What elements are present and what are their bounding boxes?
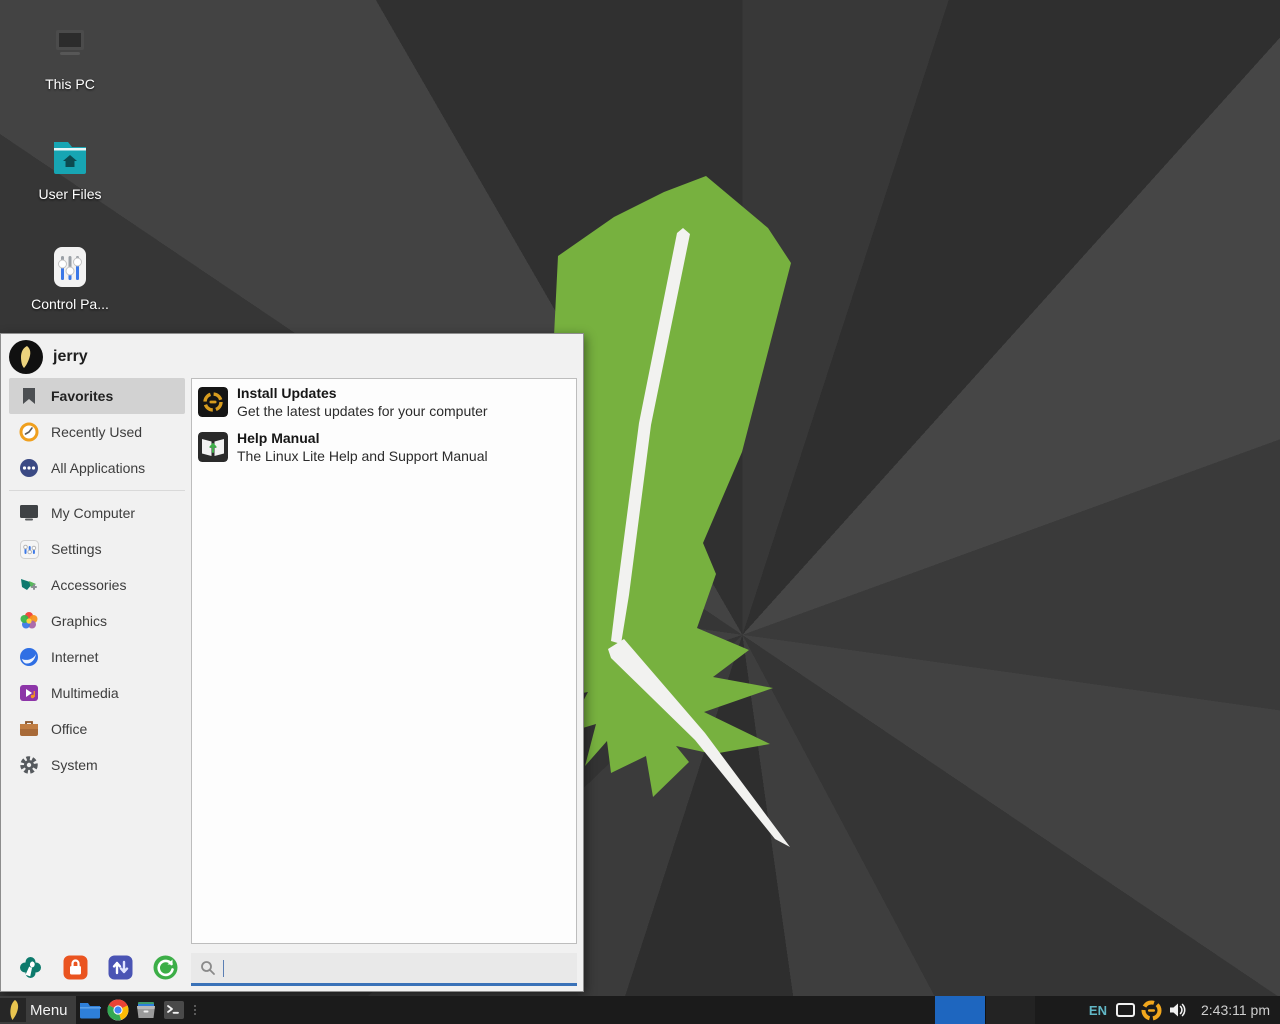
app-item-install-updates[interactable]: Install Updates Get the latest updates f… xyxy=(192,379,576,424)
sidebar-item-my-computer[interactable]: My Computer xyxy=(9,495,185,531)
menu-sidebar: Favorites Recently Used All Applications xyxy=(9,378,185,783)
system-icon xyxy=(18,754,40,776)
control-panel-icon xyxy=(46,244,94,290)
sidebar-item-multimedia[interactable]: Multimedia xyxy=(9,675,185,711)
sidebar-item-label: Recently Used xyxy=(51,424,142,440)
app-description: Get the latest updates for your computer xyxy=(237,402,488,420)
settings-manager-icon xyxy=(17,954,44,981)
sidebar-item-label: Accessories xyxy=(51,577,126,593)
whisker-menu: jerry Favorites Recently Used xyxy=(0,333,584,992)
sidebar-item-favorites[interactable]: Favorites xyxy=(9,378,185,414)
workspace-pager xyxy=(935,996,1035,1024)
taskbar: Menu xyxy=(0,996,1280,1024)
keyboard-layout-indicator[interactable]: EN xyxy=(1089,1003,1107,1018)
recently-used-icon xyxy=(18,421,40,443)
settings-manager-button[interactable] xyxy=(17,954,44,981)
menu-app-list: Install Updates Get the latest updates f… xyxy=(191,378,577,944)
launcher-archive-manager[interactable] xyxy=(132,996,160,1024)
desktop-icon-label: User Files xyxy=(15,186,125,202)
favorites-icon xyxy=(18,385,40,407)
accessories-icon xyxy=(18,574,40,596)
lock-screen-icon xyxy=(62,954,89,981)
help-manual-icon xyxy=(198,432,228,462)
sidebar-item-settings[interactable]: Settings xyxy=(9,531,185,567)
sidebar-item-label: Settings xyxy=(51,541,102,557)
sidebar-item-label: All Applications xyxy=(51,460,145,476)
sidebar-item-label: Graphics xyxy=(51,613,107,629)
lock-screen-button[interactable] xyxy=(62,954,89,981)
search-icon xyxy=(200,960,216,976)
sidebar-item-label: System xyxy=(51,757,98,773)
switch-user-button[interactable] xyxy=(107,954,134,981)
workspace-1[interactable] xyxy=(935,996,985,1024)
app-item-text: Install Updates Get the latest updates f… xyxy=(237,384,488,420)
sidebar-item-label: Favorites xyxy=(51,388,113,404)
app-title: Help Manual xyxy=(237,429,488,447)
username: jerry xyxy=(53,348,88,366)
workspace-2[interactable] xyxy=(985,996,1035,1024)
log-out-button[interactable] xyxy=(152,954,179,981)
desktop-icon-user-files[interactable]: User Files xyxy=(15,134,125,202)
user-files-icon xyxy=(46,134,94,180)
sidebar-item-label: Multimedia xyxy=(51,685,119,701)
updates-tray-icon[interactable] xyxy=(1141,999,1163,1021)
launcher-terminal[interactable] xyxy=(160,996,188,1024)
sidebar-separator xyxy=(9,490,185,491)
sidebar-item-graphics[interactable]: Graphics xyxy=(9,603,185,639)
desktop-icon-control-panel[interactable]: Control Pa... xyxy=(15,244,125,312)
all-applications-icon xyxy=(18,457,40,479)
sidebar-item-system[interactable]: System xyxy=(9,747,185,783)
panel-handle[interactable] xyxy=(194,1005,196,1015)
volume-tray-icon[interactable] xyxy=(1167,999,1189,1021)
chrome-icon xyxy=(107,999,129,1021)
file-manager-icon xyxy=(79,1001,101,1019)
switch-user-icon xyxy=(107,954,134,981)
sidebar-item-internet[interactable]: Internet xyxy=(9,639,185,675)
this-pc-icon xyxy=(46,24,94,70)
menu-feather-icon xyxy=(0,998,26,1022)
user-avatar[interactable] xyxy=(9,340,43,374)
sidebar-item-recently-used[interactable]: Recently Used xyxy=(9,414,185,450)
sidebar-item-label: Office xyxy=(51,721,87,737)
settings-icon xyxy=(18,538,40,560)
app-description: The Linux Lite Help and Support Manual xyxy=(237,447,488,465)
office-icon xyxy=(18,718,40,740)
search-caret xyxy=(223,960,224,977)
desktop-icon-label: This PC xyxy=(15,76,125,92)
sidebar-item-label: My Computer xyxy=(51,505,135,521)
menu-button[interactable]: Menu xyxy=(0,996,76,1024)
sidebar-item-label: Internet xyxy=(51,649,98,665)
menu-search-field[interactable] xyxy=(191,953,577,986)
app-title: Install Updates xyxy=(237,384,488,402)
launcher-file-manager[interactable] xyxy=(76,996,104,1024)
multimedia-icon xyxy=(18,682,40,704)
log-out-icon xyxy=(152,954,179,981)
app-item-text: Help Manual The Linux Lite Help and Supp… xyxy=(237,429,488,465)
sidebar-item-office[interactable]: Office xyxy=(9,711,185,747)
taskbar-tray: EN 2:43:11 pm xyxy=(935,996,1280,1024)
app-item-help-manual[interactable]: Help Manual The Linux Lite Help and Supp… xyxy=(192,424,576,469)
sidebar-item-accessories[interactable]: Accessories xyxy=(9,567,185,603)
display-tray-icon[interactable] xyxy=(1115,999,1137,1021)
internet-icon xyxy=(18,646,40,668)
install-updates-icon xyxy=(198,387,228,417)
menu-button-label: Menu xyxy=(30,1002,68,1019)
desktop-icon-label: Control Pa... xyxy=(15,296,125,312)
archive-manager-icon xyxy=(135,1000,157,1020)
desktop-icon-this-pc[interactable]: This PC xyxy=(15,24,125,92)
launcher-chrome[interactable] xyxy=(104,996,132,1024)
menu-action-bar xyxy=(17,954,179,981)
clock[interactable]: 2:43:11 pm xyxy=(1201,1002,1270,1018)
terminal-icon xyxy=(163,1000,185,1020)
sidebar-item-all-applications[interactable]: All Applications xyxy=(9,450,185,486)
my-computer-icon xyxy=(18,502,40,524)
feather-avatar-icon xyxy=(15,345,37,369)
menu-user-header: jerry xyxy=(9,339,88,375)
graphics-icon xyxy=(18,610,40,632)
